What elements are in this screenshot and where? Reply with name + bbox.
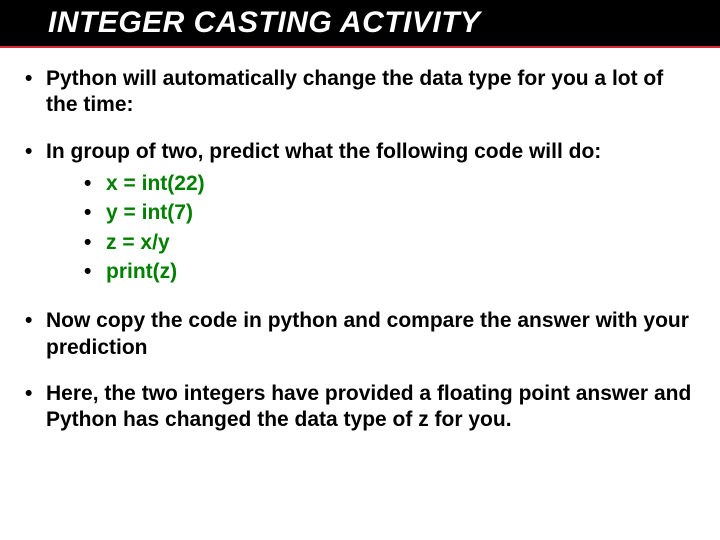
slide-body: Python will automatically change the dat…	[0, 48, 720, 540]
bullet-text: Python will automatically change the dat…	[46, 67, 663, 116]
code-list: x = int(22) y = int(7) z = x/y print(z)	[84, 169, 698, 287]
bullet-text: In group of two, predict what the follow…	[46, 140, 601, 163]
code-text: z = x/y	[106, 231, 170, 254]
code-text: x = int(22)	[106, 172, 205, 195]
slide-title: INTEGER CASTING ACTIVITY	[0, 0, 720, 46]
main-bullet-list: Python will automatically change the dat…	[22, 66, 698, 433]
bullet-copy-code: Now copy the code in python and compare …	[22, 308, 698, 361]
bullet-text: Now copy the code in python and compare …	[46, 309, 689, 358]
code-line: print(z)	[84, 257, 698, 286]
bullet-explanation: Here, the two integers have provided a f…	[22, 381, 698, 434]
bullet-auto-change: Python will automatically change the dat…	[22, 66, 698, 119]
code-line: z = x/y	[84, 228, 698, 257]
bullet-text: Here, the two integers have provided a f…	[46, 382, 691, 431]
code-text: y = int(7)	[106, 201, 193, 224]
bullet-predict: In group of two, predict what the follow…	[22, 139, 698, 287]
code-text: print(z)	[106, 260, 177, 283]
code-line: y = int(7)	[84, 198, 698, 227]
code-line: x = int(22)	[84, 169, 698, 198]
